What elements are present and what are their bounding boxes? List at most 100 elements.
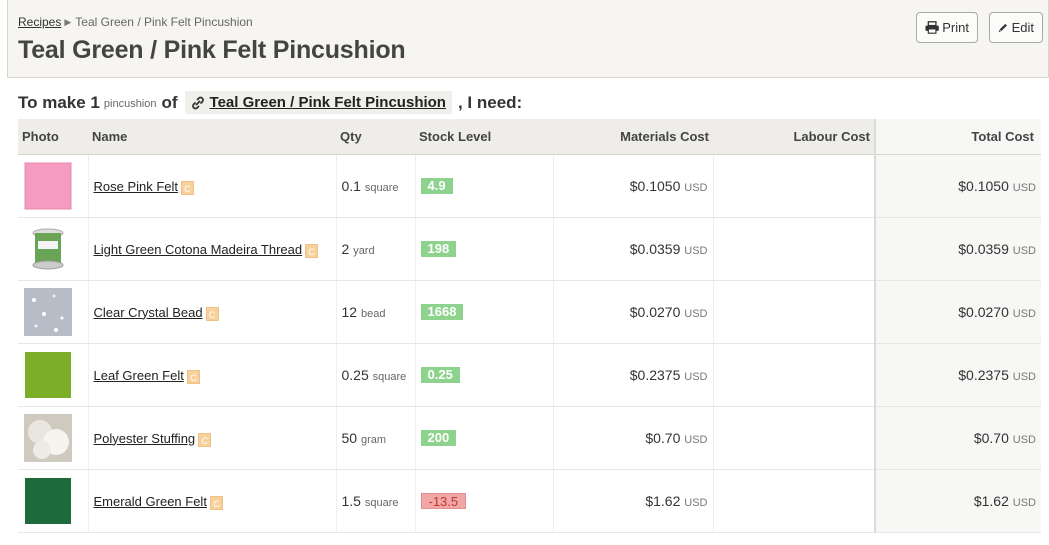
table-row: Light Green Cotona Madeira Thread C 2 yar…: [18, 217, 1041, 281]
materials-table-container: Photo Name Qty Stock Level Materials Cos…: [18, 119, 1041, 545]
photo-cell: [18, 343, 88, 407]
currency-label: USD: [1012, 307, 1036, 320]
qty-value: 50: [341, 429, 358, 446]
col-header-total-cost: Total Cost: [874, 119, 1041, 155]
currency-label: USD: [1012, 181, 1036, 194]
qty-cell: 12 bead: [335, 280, 415, 344]
currency-label: USD: [684, 307, 708, 320]
qty-cell: 0.1 square: [335, 154, 415, 218]
qty-cell: 2 yard: [335, 217, 415, 281]
stock-cell: 198: [414, 217, 553, 281]
currency-label: USD: [684, 244, 708, 257]
currency-label: USD: [1012, 433, 1036, 446]
col-header-labour-cost: Labour Cost: [713, 119, 875, 155]
table-row: Emerald Green Felt C 1.5 square -13.5 $1.…: [18, 469, 1041, 533]
material-name-link[interactable]: Emerald Green Felt: [94, 494, 207, 509]
photo-cell: [18, 406, 88, 470]
qty-cell: 50 gram: [335, 406, 415, 470]
qty-unit: bead: [360, 307, 386, 320]
currency-label: USD: [1012, 496, 1036, 509]
component-badge: C: [209, 495, 223, 510]
materials-table: Photo Name Qty Stock Level Materials Cos…: [18, 119, 1041, 533]
print-button[interactable]: Print: [916, 12, 978, 43]
thread-spool-photo[interactable]: [23, 224, 83, 273]
materials-cost-value: $0.70: [645, 429, 681, 446]
total-cost-cell: $0.0359 USD: [874, 217, 1041, 281]
photo-cell: [18, 217, 88, 281]
qty-value: 2: [341, 240, 350, 257]
col-header-name: Name: [88, 119, 336, 155]
material-name-link[interactable]: Rose Pink Felt: [94, 179, 179, 194]
make-unit: pincushion: [103, 98, 157, 110]
materials-cost-cell: $0.0359 USD: [552, 217, 713, 281]
qty-unit: gram: [360, 433, 387, 446]
materials-cost-cell: $0.70 USD: [552, 406, 713, 470]
qty-cell: 0.25 square: [335, 343, 415, 407]
material-name-link[interactable]: Light Green Cotona Madeira Thread: [94, 242, 303, 257]
col-header-qty: Qty: [336, 119, 415, 155]
qty-value: 1.5: [341, 492, 361, 509]
stuffing-photo[interactable]: [23, 413, 83, 462]
stock-cell: 200: [414, 406, 553, 470]
materials-cost-cell: $1.62 USD: [552, 469, 713, 533]
breadcrumb: Recipes ▶ Teal Green / Pink Felt Pincushio…: [18, 15, 253, 29]
table-header-row: Photo Name Qty Stock Level Materials Cos…: [18, 119, 1041, 155]
material-name-link[interactable]: Leaf Green Felt: [94, 368, 184, 383]
pencil-icon: [998, 23, 1007, 32]
total-cost-value: $1.62: [973, 492, 1009, 509]
need-suffix: , I need:: [457, 92, 523, 112]
labour-cost-cell: [712, 343, 875, 407]
make-quantity-text: To make 1: [18, 92, 100, 112]
component-badge: C: [305, 243, 319, 258]
link-icon: [191, 96, 204, 109]
total-cost-value: $0.2375: [958, 366, 1009, 383]
product-link[interactable]: Teal Green / Pink Felt Pincushion: [210, 94, 446, 111]
material-name-link[interactable]: Polyester Stuffing: [94, 431, 196, 446]
qty-cell: 1.5 square: [335, 469, 415, 533]
table-row: Rose Pink Felt C 0.1 square 4.9 $0.1050 U…: [18, 154, 1041, 218]
crystal-bead-photo[interactable]: [23, 287, 83, 336]
breadcrumb-separator-icon: ▶: [64, 17, 72, 27]
materials-cost-value: $1.62: [645, 492, 681, 509]
pink-felt-photo[interactable]: [23, 162, 83, 210]
edit-label: Edit: [1011, 20, 1034, 35]
page-header: Recipes ▶ Teal Green / Pink Felt Pincushio…: [7, 0, 1049, 78]
total-cost-value: $0.0270: [958, 303, 1009, 320]
total-cost-value: $0.1050: [958, 177, 1009, 194]
labour-cost-cell: [712, 469, 875, 533]
total-cost-cell: $1.62 USD: [874, 469, 1041, 533]
table-row: Clear Crystal Bead C 12 bead 1668 $0.0270…: [18, 280, 1041, 344]
name-cell: Rose Pink Felt C: [87, 154, 336, 218]
col-header-materials-cost: Materials Cost: [553, 119, 713, 155]
materials-cost-value: $0.2375: [629, 366, 681, 383]
materials-cost-value: $0.1050: [629, 177, 681, 194]
materials-cost-value: $0.0270: [629, 303, 681, 320]
photo-cell: [18, 154, 88, 218]
labour-cost-cell: [712, 217, 875, 281]
stock-cell: 0.25: [414, 343, 553, 407]
material-name-link[interactable]: Clear Crystal Bead: [94, 305, 203, 320]
edit-button[interactable]: Edit: [989, 12, 1043, 43]
materials-cost-cell: $0.2375 USD: [552, 343, 713, 407]
emerald-felt-photo[interactable]: [23, 477, 83, 525]
total-cost-cell: $0.1050 USD: [874, 154, 1041, 218]
printer-icon: [925, 21, 939, 34]
qty-value: 0.1: [341, 177, 361, 194]
materials-cost-cell: $0.0270 USD: [552, 280, 713, 344]
component-badge: C: [198, 432, 212, 447]
name-cell: Light Green Cotona Madeira Thread C: [87, 217, 336, 281]
product-chip[interactable]: Teal Green / Pink Felt Pincushion: [184, 91, 452, 114]
stock-level-badge: 1668: [420, 304, 464, 320]
breadcrumb-recipes-link[interactable]: Recipes: [18, 15, 61, 29]
name-cell: Polyester Stuffing C: [87, 406, 336, 470]
stock-cell: -13.5: [414, 469, 553, 533]
total-cost-cell: $0.70 USD: [874, 406, 1041, 470]
col-header-photo: Photo: [18, 119, 88, 155]
name-cell: Emerald Green Felt C: [87, 469, 336, 533]
green-felt-photo[interactable]: [23, 351, 83, 399]
stock-level-badge: 4.9: [420, 178, 453, 194]
qty-value: 0.25: [341, 366, 369, 383]
qty-value: 12: [341, 303, 358, 320]
stock-level-badge: -13.5: [420, 492, 467, 509]
labour-cost-cell: [712, 280, 875, 344]
